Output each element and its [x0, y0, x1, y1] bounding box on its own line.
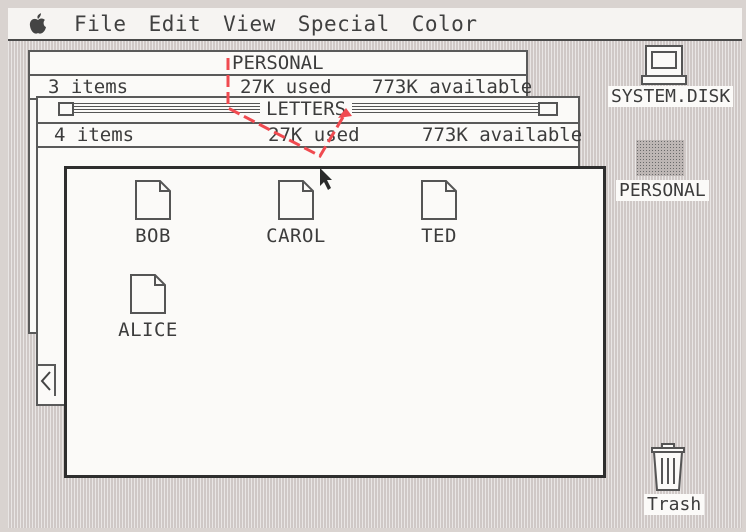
annotation-path: [226, 58, 352, 190]
annotation-arrowhead: [338, 108, 352, 118]
desktop: File Edit View Special Color PERSONAL 3 …: [8, 8, 742, 528]
pointer-icon: [320, 168, 332, 190]
annotation-line: [226, 58, 348, 158]
